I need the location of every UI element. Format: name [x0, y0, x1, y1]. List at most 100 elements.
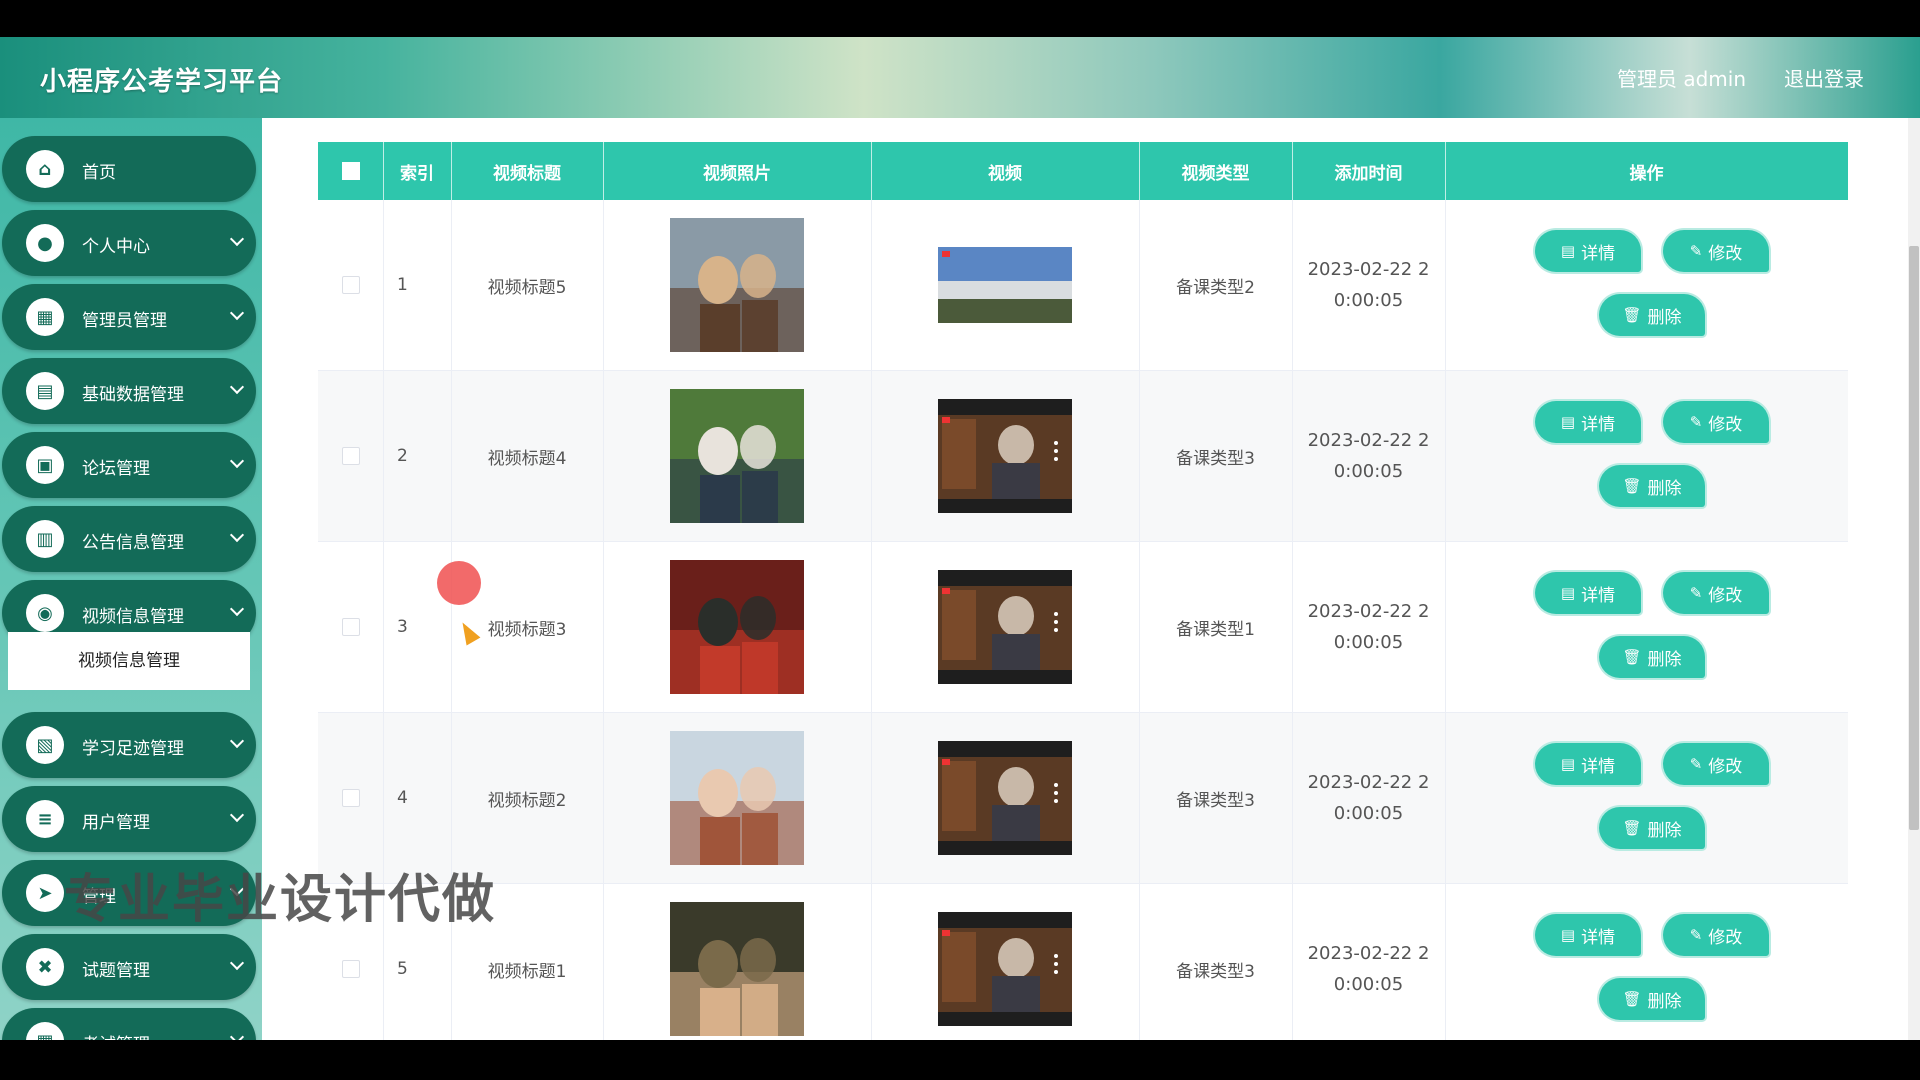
edit-button[interactable]: ✎ 修改	[1663, 914, 1769, 956]
row-type: 备课类型3	[1139, 371, 1293, 541]
scrollbar[interactable]	[1908, 118, 1920, 1040]
row-select-cell	[318, 713, 384, 883]
edit-button[interactable]: ✎ 修改	[1663, 572, 1769, 614]
row-select-cell	[318, 200, 384, 370]
delete-label: 删除	[1647, 991, 1682, 1012]
row-index: 2	[397, 446, 408, 466]
sidebar-item-9[interactable]: ➤ 管理	[2, 860, 256, 926]
poster-image	[670, 218, 804, 352]
row-type: 备课类型3	[1139, 713, 1293, 883]
trash-icon: 🗑	[1622, 990, 1642, 1008]
row-select-cell	[318, 371, 384, 541]
sidebar-item-label: 首页	[82, 163, 116, 183]
sidebar-item-label: 个人中心	[82, 237, 150, 257]
row-checkbox[interactable]	[341, 789, 360, 807]
row-checkbox[interactable]	[341, 276, 360, 294]
row-checkbox[interactable]	[341, 960, 360, 978]
header-actions: 操作	[1629, 163, 1664, 184]
detail-label: 详情	[1581, 414, 1616, 435]
row-photo-cell	[603, 884, 872, 1040]
table-header: 索引 视频标题 视频照片 视频 视频类型 添加时间 操作	[318, 142, 1848, 200]
grid-icon: ▦	[26, 298, 64, 336]
row-title: 视频标题1	[451, 884, 604, 1040]
sidebar-item-label: 基础数据管理	[82, 385, 184, 405]
table-row: 4 视频标题2 备课类型3 2023-02-22 20:00:05 ▤ 详情 ✎ 修改 🗑 删除	[318, 713, 1848, 884]
delete-label: 删除	[1647, 478, 1682, 499]
edit-button[interactable]: ✎ 修改	[1663, 743, 1769, 785]
detail-button[interactable]: ▤ 详情	[1535, 230, 1641, 272]
sidebar-item-2[interactable]: ▦ 管理员管理	[2, 284, 256, 350]
delete-button[interactable]: 🗑 删除	[1599, 807, 1705, 849]
video-thumbnail[interactable]	[938, 247, 1072, 323]
sidebar-item-0[interactable]: ⌂ 首页	[2, 136, 256, 202]
edit-button[interactable]: ✎ 修改	[1663, 401, 1769, 443]
select-all-checkbox[interactable]	[341, 162, 360, 180]
scrollbar-thumb[interactable]	[1909, 246, 1919, 830]
row-checkbox[interactable]	[341, 618, 360, 636]
row-time: 2023-02-22 20:00:05	[1307, 259, 1430, 311]
sidebar-item-label: 公告信息管理	[82, 533, 184, 553]
delete-button[interactable]: 🗑 删除	[1599, 636, 1705, 678]
sidebar-item-label: 考试管理	[82, 1030, 150, 1040]
row-time: 2023-02-22 20:00:05	[1307, 772, 1430, 824]
row-time-cell: 2023-02-22 20:00:05	[1292, 884, 1446, 1040]
header-video: 视频	[871, 142, 1140, 200]
row-index-cell: 4	[383, 713, 452, 883]
row-index: 4	[397, 788, 408, 808]
delete-button[interactable]: 🗑 删除	[1599, 978, 1705, 1020]
video-thumbnail[interactable]	[938, 741, 1072, 855]
sidebar-item-1[interactable]: ● 个人中心	[2, 210, 256, 276]
delete-button[interactable]: 🗑 删除	[1599, 465, 1705, 507]
poster-image	[670, 560, 804, 694]
sidebar-item-8[interactable]: ≡ 用户管理	[2, 786, 256, 852]
table-row: 1 视频标题5 备课类型2 2023-02-22 20:00:05 ▤ 详情 ✎ 修改 🗑 删除	[318, 200, 1848, 371]
detail-button[interactable]: ▤ 详情	[1535, 572, 1641, 614]
sidebar-item-label: 论坛管理	[82, 459, 150, 479]
detail-button[interactable]: ▤ 详情	[1535, 743, 1641, 785]
document-icon: ▤	[1560, 584, 1576, 602]
chevron-down-icon	[229, 305, 245, 321]
row-actions: ▤ 详情 ✎ 修改 🗑 删除	[1445, 884, 1848, 1040]
sidebar-item-5[interactable]: ▥ 公告信息管理	[2, 506, 256, 572]
app-window: 小程序公考学习平台 管理员 admin 退出登录 ⌂ 首页 ● 个人中心 ▦ 管理员管理 ▤…	[0, 37, 1920, 1040]
video-thumbnail[interactable]	[938, 570, 1072, 684]
sidebar-item-10[interactable]: ✖ 试题管理	[2, 934, 256, 1000]
video-thumbnail[interactable]	[938, 912, 1072, 1026]
document-icon: ▤	[1560, 926, 1576, 944]
trash-icon: 🗑	[1622, 306, 1642, 324]
detail-button[interactable]: ▤ 详情	[1535, 914, 1641, 956]
calendar-icon: ▧	[26, 726, 64, 764]
sidebar-item-7[interactable]: ▧ 学习足迹管理	[2, 712, 256, 778]
chevron-down-icon	[229, 453, 245, 469]
sidebar-item-label: 学习足迹管理	[82, 739, 184, 759]
sidebar-item-11[interactable]: ▦ 考试管理	[2, 1008, 256, 1040]
row-time: 2023-02-22 20:00:05	[1307, 430, 1430, 482]
delete-button[interactable]: 🗑 删除	[1599, 294, 1705, 336]
row-title: 视频标题5	[451, 200, 604, 370]
sidebar-item-3[interactable]: ▤ 基础数据管理	[2, 358, 256, 424]
detail-label: 详情	[1581, 756, 1616, 777]
video-table: 索引 视频标题 视频照片 视频 视频类型 添加时间 操作 1 视频标题5 备课类型2…	[318, 142, 1848, 1040]
chevron-down-icon	[229, 733, 245, 749]
detail-button[interactable]: ▤ 详情	[1535, 401, 1641, 443]
sidebar-item-4[interactable]: ▣ 论坛管理	[2, 432, 256, 498]
sidebar-subitem-video-info[interactable]: 视频信息管理	[8, 632, 250, 690]
edit-label: 修改	[1708, 585, 1743, 606]
header-photo: 视频照片	[603, 142, 872, 200]
pencil-icon: ✎	[1689, 584, 1703, 602]
chevron-down-icon	[229, 601, 245, 617]
video-thumbnail[interactable]	[938, 399, 1072, 513]
row-type: 备课类型3	[1139, 884, 1293, 1040]
row-checkbox[interactable]	[341, 447, 360, 465]
edit-button[interactable]: ✎ 修改	[1663, 230, 1769, 272]
chevron-down-icon	[229, 379, 245, 395]
row-video-cell	[871, 200, 1140, 370]
row-select-cell	[318, 884, 384, 1040]
sidebar-item-label: 视频信息管理	[82, 607, 184, 627]
edit-label: 修改	[1708, 756, 1743, 777]
logout-link[interactable]: 退出登录	[1784, 63, 1864, 92]
send-icon: ➤	[26, 874, 64, 912]
detail-label: 详情	[1581, 243, 1616, 264]
row-video-cell	[871, 371, 1140, 541]
wallet-icon: ▣	[26, 446, 64, 484]
